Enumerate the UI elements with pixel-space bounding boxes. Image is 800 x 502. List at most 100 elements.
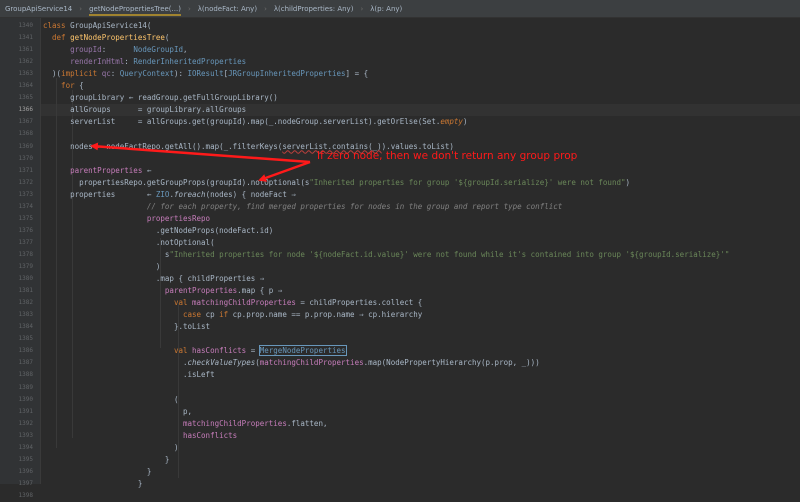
line-number: 1374 [18, 202, 33, 210]
line-number: 1388 [18, 371, 33, 379]
code-line[interactable]: } [43, 466, 152, 478]
line-number: 1383 [18, 311, 33, 319]
line-number: 1369 [18, 142, 33, 150]
line-number: 1394 [18, 443, 33, 451]
code-token: renderInHtml [43, 57, 125, 67]
line-number: 1380 [18, 275, 33, 283]
breadcrumb-item[interactable]: λ(p: Any) [365, 0, 407, 17]
code-line[interactable]: propertiesRepo [43, 213, 210, 225]
line-number: 1363 [18, 70, 33, 78]
code-line[interactable]: groupId: NodeGroupId, [43, 44, 187, 56]
code-line[interactable]: groupLibrary ← readGroup.getFullGroupLib… [43, 92, 278, 104]
code-line[interactable]: class GroupApiService14( [43, 20, 151, 32]
code-token: empty [440, 117, 463, 127]
code-line[interactable]: matchingChildProperties.flatten, [43, 418, 328, 430]
code-token: : [124, 57, 134, 67]
code-line[interactable]: ( [43, 394, 179, 406]
code-line[interactable]: parentProperties ← [43, 165, 151, 177]
code-token: ) [43, 262, 161, 271]
code-token: foreach [173, 189, 206, 199]
line-number: 1389 [18, 383, 33, 391]
code-token: .map { childProperties ⇒ [43, 274, 265, 284]
code-token: matchingChildProperties [259, 358, 364, 368]
code-line[interactable]: renderInHtml: RenderInheritedProperties [43, 56, 246, 68]
code-line[interactable]: .getNodeProps(nodeFact.id) [43, 225, 273, 237]
code-line[interactable]: ) [43, 261, 161, 273]
code-token: s [43, 249, 170, 259]
breadcrumb-item[interactable]: getNodePropertiesTree(...) [84, 0, 186, 17]
line-number: 1379 [18, 263, 33, 270]
code-token: serverList = allGroups.get(groupId).map(… [43, 117, 441, 127]
code-line[interactable]: def getNodePropertiesTree( [43, 32, 169, 44]
code-line[interactable]: p, [43, 406, 192, 418]
code-line[interactable]: hasConflicts [43, 430, 237, 442]
breadcrumb-item[interactable]: λ(childProperties: Any) [269, 0, 359, 17]
code-line[interactable]: case cp if cp.prop.name == p.prop.name ⇒… [43, 309, 422, 321]
code-line[interactable]: properties ← ZIO.foreach(nodes) { nodeFa… [43, 189, 296, 201]
code-token: ) [43, 442, 179, 452]
code-line[interactable]: )(implicit qc: QueryContext): IOResult[J… [43, 68, 368, 80]
code-token: ZIO [155, 189, 170, 199]
line-number: 1341 [18, 34, 33, 42]
code-token: p, [43, 406, 193, 416]
code-token: val [43, 298, 193, 308]
code-line[interactable]: parentProperties.map { p ⇒ [43, 285, 282, 297]
line-number: 1366 [18, 106, 33, 114]
code-token: implicit [61, 69, 102, 79]
line-number: 1372 [18, 178, 33, 186]
line-number: 1392 [18, 419, 33, 427]
code-token: } [43, 478, 143, 488]
code-token: { [79, 81, 84, 91]
breadcrumb-item[interactable]: GroupApiService14 [0, 0, 77, 17]
code-token: checkValueTypes [187, 358, 256, 368]
code-token: qc [101, 69, 111, 79]
code-token: getNodePropertiesTree [70, 33, 165, 43]
code-token: val [43, 346, 193, 356]
line-number: 1362 [18, 58, 33, 66]
code-line[interactable]: }.toList [43, 321, 210, 333]
code-line[interactable]: ) [43, 442, 179, 454]
code-token: "Inherited properties for node '${nodeFa… [169, 249, 730, 259]
code-editor[interactable]: 1340 1341 1361 1362 1363 1364 1365 1366 1367 1368… [0, 18, 800, 499]
code-line[interactable]: s"Inherited properties for node '${nodeF… [43, 249, 729, 261]
code-token: .notOptional( [43, 237, 215, 247]
code-line[interactable]: .notOptional( [43, 237, 215, 249]
code-token: GroupApiService14( [70, 21, 152, 30]
code-line[interactable]: .map { childProperties ⇒ [43, 273, 264, 285]
code-token: cp.prop.name == p.prop.name ⇒ cp.hierarc… [232, 310, 423, 320]
line-number: 1378 [18, 250, 33, 258]
breadcrumb-item[interactable]: λ(nodeFact: Any) [193, 0, 262, 17]
line-number: 1371 [18, 166, 33, 174]
code-line[interactable]: } [43, 454, 170, 466]
code-line[interactable]: .isLeft [43, 369, 215, 381]
code-token: . [43, 358, 188, 368]
code-line[interactable]: val matchingChildProperties = childPrope… [43, 297, 422, 309]
code-token: : [101, 45, 134, 55]
code-line[interactable]: propertiesRepo.getGroupProps(groupId).no… [43, 177, 630, 189]
breadcrumb: GroupApiService14 › getNodePropertiesTree(… [0, 0, 800, 18]
code-line[interactable]: // for each property, find merged proper… [43, 201, 562, 213]
code-token: groupId [43, 45, 102, 55]
code-line[interactable]: .checkValueTypes(matchingChildProperties… [43, 357, 540, 369]
code-token: .isLeft [43, 370, 215, 380]
breadcrumb-separator-icon: › [79, 4, 83, 13]
line-number: 1368 [18, 130, 33, 138]
code-token: properties ← [43, 189, 156, 199]
code-token: = childProperties.collect { [295, 298, 423, 308]
line-number: 1373 [18, 190, 33, 198]
code-token: QueryContext [119, 69, 174, 79]
code-token: allGroups = groupLibrary.allGroups [43, 105, 247, 115]
code-line[interactable]: for { [43, 80, 84, 92]
line-number: 1385 [18, 335, 33, 343]
code-line[interactable]: serverList = allGroups.get(groupId).map(… [43, 116, 467, 128]
line-number: 1395 [18, 455, 33, 463]
code-token: .flatten, [286, 418, 328, 428]
code-token: RenderInheritedProperties [133, 57, 247, 67]
code-token: hasConflicts [192, 346, 247, 356]
line-number: 1391 [18, 407, 33, 415]
code-line[interactable]: val hasConflicts = MergeNodeProperties [43, 345, 347, 357]
line-number: 1365 [18, 94, 33, 102]
code-token: readGroup.getFullGroupLibrary() [137, 93, 278, 103]
code-line[interactable]: allGroups = groupLibrary.allGroups [43, 104, 246, 116]
line-number: 1367 [18, 118, 33, 126]
